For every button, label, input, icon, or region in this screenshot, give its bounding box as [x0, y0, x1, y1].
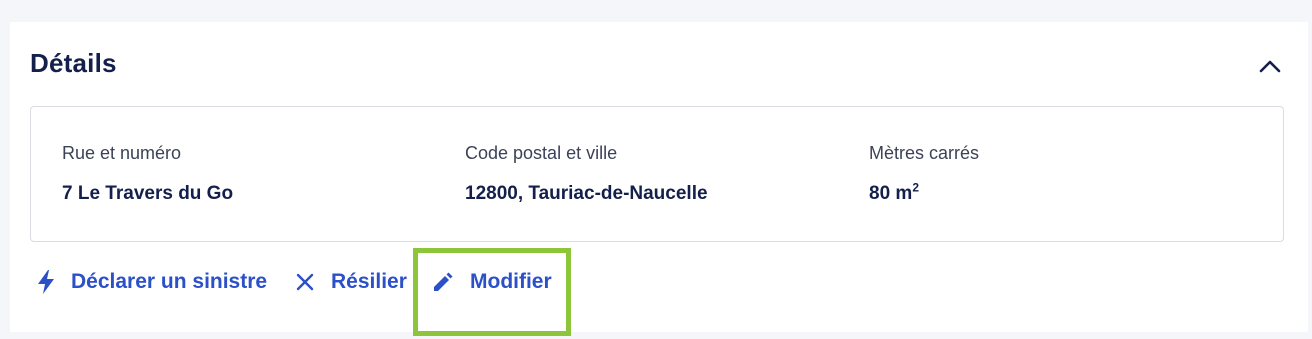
terminate-link[interactable]: Résilier	[293, 270, 407, 294]
surface-value: 80 m	[869, 183, 913, 204]
modify-link[interactable]: Modifier	[431, 270, 552, 294]
surface-label: Mètres carrés	[869, 143, 980, 163]
surface-field: Mètres carrés 80 m2	[869, 143, 979, 205]
terminate-label: Résilier	[331, 270, 407, 293]
surface-value-wrapper: 80 m2	[869, 180, 979, 205]
details-card: Rue et numéro 7 Le Travers du Go Code po…	[30, 106, 1284, 242]
declare-claim-label: Déclarer un sinistre	[71, 270, 268, 293]
actions-bar: Déclarer un sinistre Résilier Modifier	[10, 248, 1308, 336]
page: Détails Rue et numéro 7 Le Travers du Go…	[0, 0, 1312, 339]
lightning-icon	[34, 270, 58, 294]
details-panel: Détails Rue et numéro 7 Le Travers du Go…	[10, 22, 1308, 336]
street-value: 7 Le Travers du Go	[62, 183, 234, 204]
chevron-up-icon	[1259, 59, 1281, 78]
postal-city-label: Code postal et ville	[465, 143, 618, 163]
section-title: Détails	[30, 48, 117, 78]
declare-claim-link[interactable]: Déclarer un sinistre	[34, 270, 267, 294]
street-label: Rue et numéro	[62, 143, 182, 163]
modify-label: Modifier	[470, 270, 552, 293]
postal-city-field: Code postal et ville 12800, Tauriac-de-N…	[465, 143, 708, 205]
pencil-icon	[431, 270, 455, 294]
collapse-button[interactable]	[1256, 54, 1284, 82]
postal-city-value: 12800, Tauriac-de-Naucelle	[465, 183, 708, 204]
surface-unit-exponent: 2	[912, 180, 919, 195]
street-field: Rue et numéro 7 Le Travers du Go	[62, 143, 233, 205]
close-icon	[293, 270, 317, 294]
